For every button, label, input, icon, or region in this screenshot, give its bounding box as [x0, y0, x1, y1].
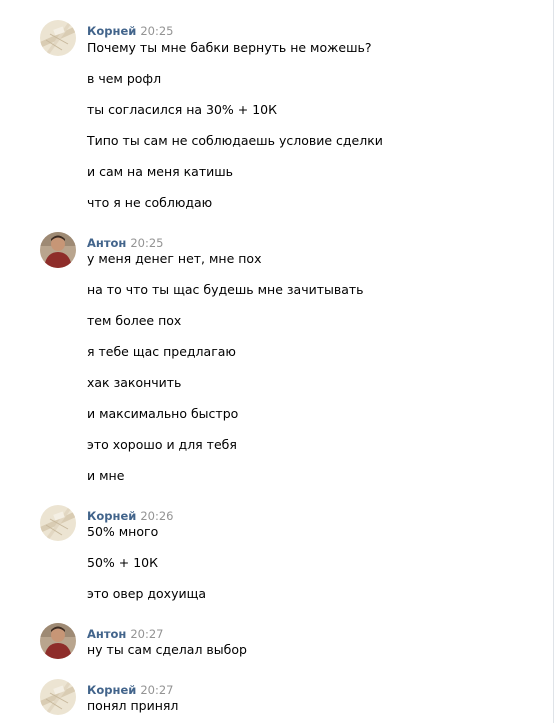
avatar[interactable]	[40, 232, 76, 268]
avatar[interactable]	[40, 20, 76, 56]
avatar-image-anton	[40, 232, 76, 268]
message-time[interactable]: 20:27	[130, 627, 163, 641]
message-time[interactable]: 20:27	[140, 683, 173, 697]
avatar[interactable]	[40, 505, 76, 541]
avatar-image-anton	[40, 623, 76, 659]
message-text: и максимально быстро	[87, 406, 239, 421]
message-text: и мне	[87, 468, 125, 483]
message-text: 50% много	[87, 524, 159, 539]
message-text: это овер дохуища	[87, 586, 207, 601]
message-header: Антон 20:27	[87, 623, 164, 641]
message-text: ты согласился на 30% + 10К	[87, 102, 278, 117]
message-time[interactable]: 20:25	[130, 236, 163, 250]
avatar-image-korney	[40, 505, 76, 541]
message-text: ну ты сам сделал выбор	[87, 642, 247, 657]
message-text: у меня денег нет, мне пох	[87, 251, 262, 266]
message-text: что я не соблюдаю	[87, 195, 213, 210]
message-text: это хорошо и для тебя	[87, 437, 237, 452]
message-time[interactable]: 20:25	[140, 24, 173, 38]
avatar[interactable]	[40, 623, 76, 659]
author-name[interactable]: Корней	[87, 509, 136, 523]
message-text: понял принял	[87, 698, 179, 713]
message-header: Антон 20:25	[87, 232, 164, 250]
author-name[interactable]: Корней	[87, 683, 136, 697]
message-time[interactable]: 20:26	[140, 509, 173, 523]
chat-history: Корней 20:25 Почему ты мне бабки вернуть …	[0, 0, 554, 723]
author-name[interactable]: Антон	[87, 236, 126, 250]
author-name[interactable]: Антон	[87, 627, 126, 641]
message-text: на то что ты щас будешь мне зачитывать	[87, 282, 364, 297]
message-text: Почему ты мне бабки вернуть не можешь?	[87, 40, 372, 55]
message-text: хак закончить	[87, 375, 182, 390]
author-name[interactable]: Корней	[87, 24, 136, 38]
message-text: я тебе щас предлагаю	[87, 344, 236, 359]
message-header: Корней 20:26	[87, 505, 174, 523]
avatar[interactable]	[40, 679, 76, 715]
message-text: 50% + 10К	[87, 555, 158, 570]
message-header: Корней 20:25	[87, 20, 174, 38]
message-text: Типо ты сам не соблюдаешь условие сделки	[87, 133, 383, 148]
message-text: в чем рофл	[87, 71, 162, 86]
avatar-image-korney	[40, 679, 76, 715]
avatar-image-korney	[40, 20, 76, 56]
message-text: тем более пох	[87, 313, 182, 328]
message-header: Корней 20:27	[87, 679, 174, 697]
message-text: и сам на меня катишь	[87, 164, 234, 179]
